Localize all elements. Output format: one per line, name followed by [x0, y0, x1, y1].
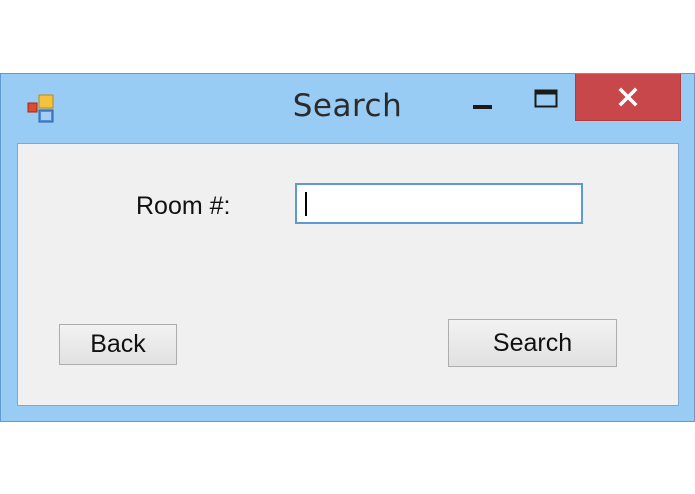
- search-window: Search Room #: Back Search: [0, 73, 695, 422]
- title-bar[interactable]: Search: [1, 74, 694, 143]
- text-caret: [305, 192, 307, 216]
- close-button[interactable]: [575, 74, 681, 121]
- maximize-button[interactable]: [525, 74, 565, 120]
- form-client-area: Room #: Back Search: [17, 143, 679, 406]
- close-icon: [618, 87, 638, 107]
- back-button[interactable]: Back: [59, 324, 177, 365]
- maximize-icon: [534, 89, 558, 108]
- search-button[interactable]: Search: [448, 319, 617, 367]
- minimize-icon: [473, 105, 492, 109]
- room-number-input[interactable]: [295, 183, 583, 224]
- minimize-button[interactable]: [463, 74, 503, 120]
- room-number-label: Room #:: [136, 192, 231, 220]
